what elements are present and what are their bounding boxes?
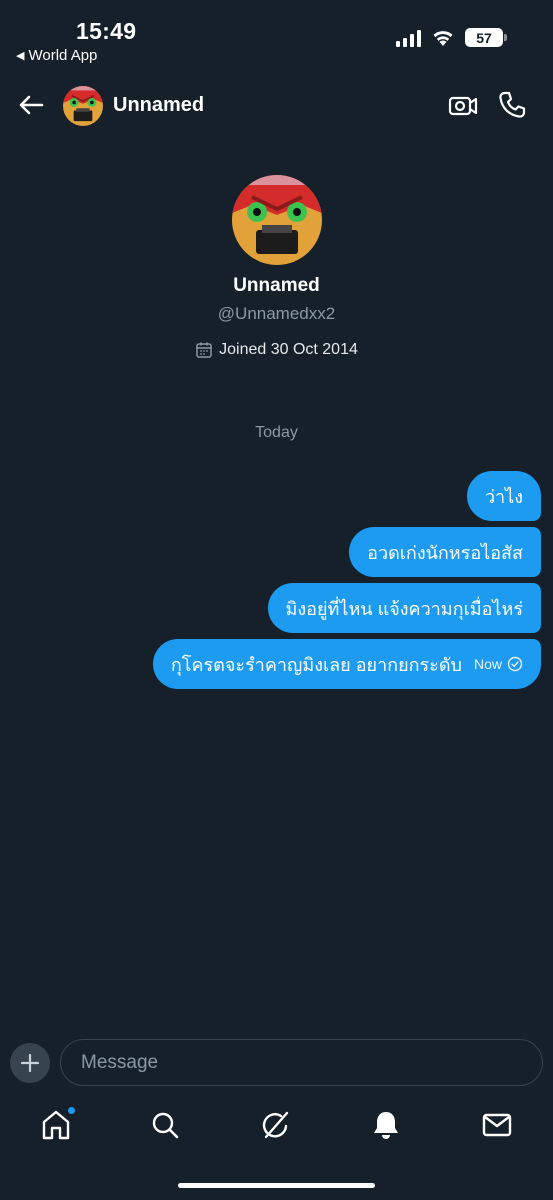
nav-home[interactable] [39,1107,75,1142]
profile-name[interactable]: Unnamed [0,275,553,297]
message-time: Now [473,656,502,672]
header-avatar[interactable] [63,86,103,126]
cellular-signal-icon [396,29,421,47]
home-icon [42,1110,70,1140]
header-name[interactable]: Unnamed [113,94,204,117]
sent-check-icon [507,656,523,672]
search-icon [152,1112,179,1139]
message-meta: Now [474,656,523,672]
status-bar: 15:49 ◀ World App 57 [0,0,553,70]
day-separator: Today [255,424,298,441]
message-bubble[interactable]: กุโครตจะรำคาญมิงเลย อยากยกระดับ Now [152,639,541,689]
status-icons: 57 [396,28,507,47]
bell-icon [374,1112,398,1139]
arrow-left-icon[interactable] [16,90,46,120]
joined-date: Joined 30 Oct 2014 [0,341,553,359]
video-call-icon[interactable] [448,92,478,120]
grok-icon [262,1111,289,1139]
profile-handle: @Unnamedxx2 [217,304,336,323]
nav-search[interactable] [148,1108,182,1142]
wifi-icon [433,30,453,46]
back-to-app-link[interactable]: ◀ World App [16,47,97,64]
conversation-header: Unnamed [0,78,553,134]
plus-icon [20,1053,40,1073]
message-bubble[interactable]: มิงอยู่ที่ไหน แจ้งความกุเมื่อไหร่ [267,583,541,633]
nav-notifications[interactable] [369,1108,403,1142]
message-bubble[interactable]: อวดเก่งนักหรอไอสัส [349,527,541,577]
joined-label: Joined 30 Oct 2014 [219,341,358,358]
back-triangle-icon: ◀ [16,50,25,62]
message-text: กุโครตจะรำคาญมิงเลย อยากยกระดับ [170,654,462,675]
message-input[interactable] [60,1039,543,1086]
bottom-nav [0,1107,553,1148]
home-indicator[interactable] [178,1183,375,1188]
add-attachment-button[interactable] [10,1043,50,1083]
nav-messages[interactable] [480,1108,514,1142]
nav-grok[interactable] [259,1108,293,1142]
profile-avatar[interactable] [232,175,322,265]
battery-icon: 57 [465,28,507,47]
calendar-icon [196,342,212,358]
home-notification-dot [68,1107,75,1114]
back-app-label: World App [28,47,98,64]
phone-icon[interactable] [497,90,527,120]
message-text: มิงอยู่ที่ไหน แจ้งความกุเมื่อไหร่ [285,598,523,619]
message-text: อวดเก่งนักหรอไอสัส [367,542,523,563]
message-text: ว่าไง [484,486,523,507]
mail-icon [482,1113,512,1137]
message-bubble[interactable]: ว่าไง [466,471,541,521]
status-time: 15:49 [76,18,137,44]
